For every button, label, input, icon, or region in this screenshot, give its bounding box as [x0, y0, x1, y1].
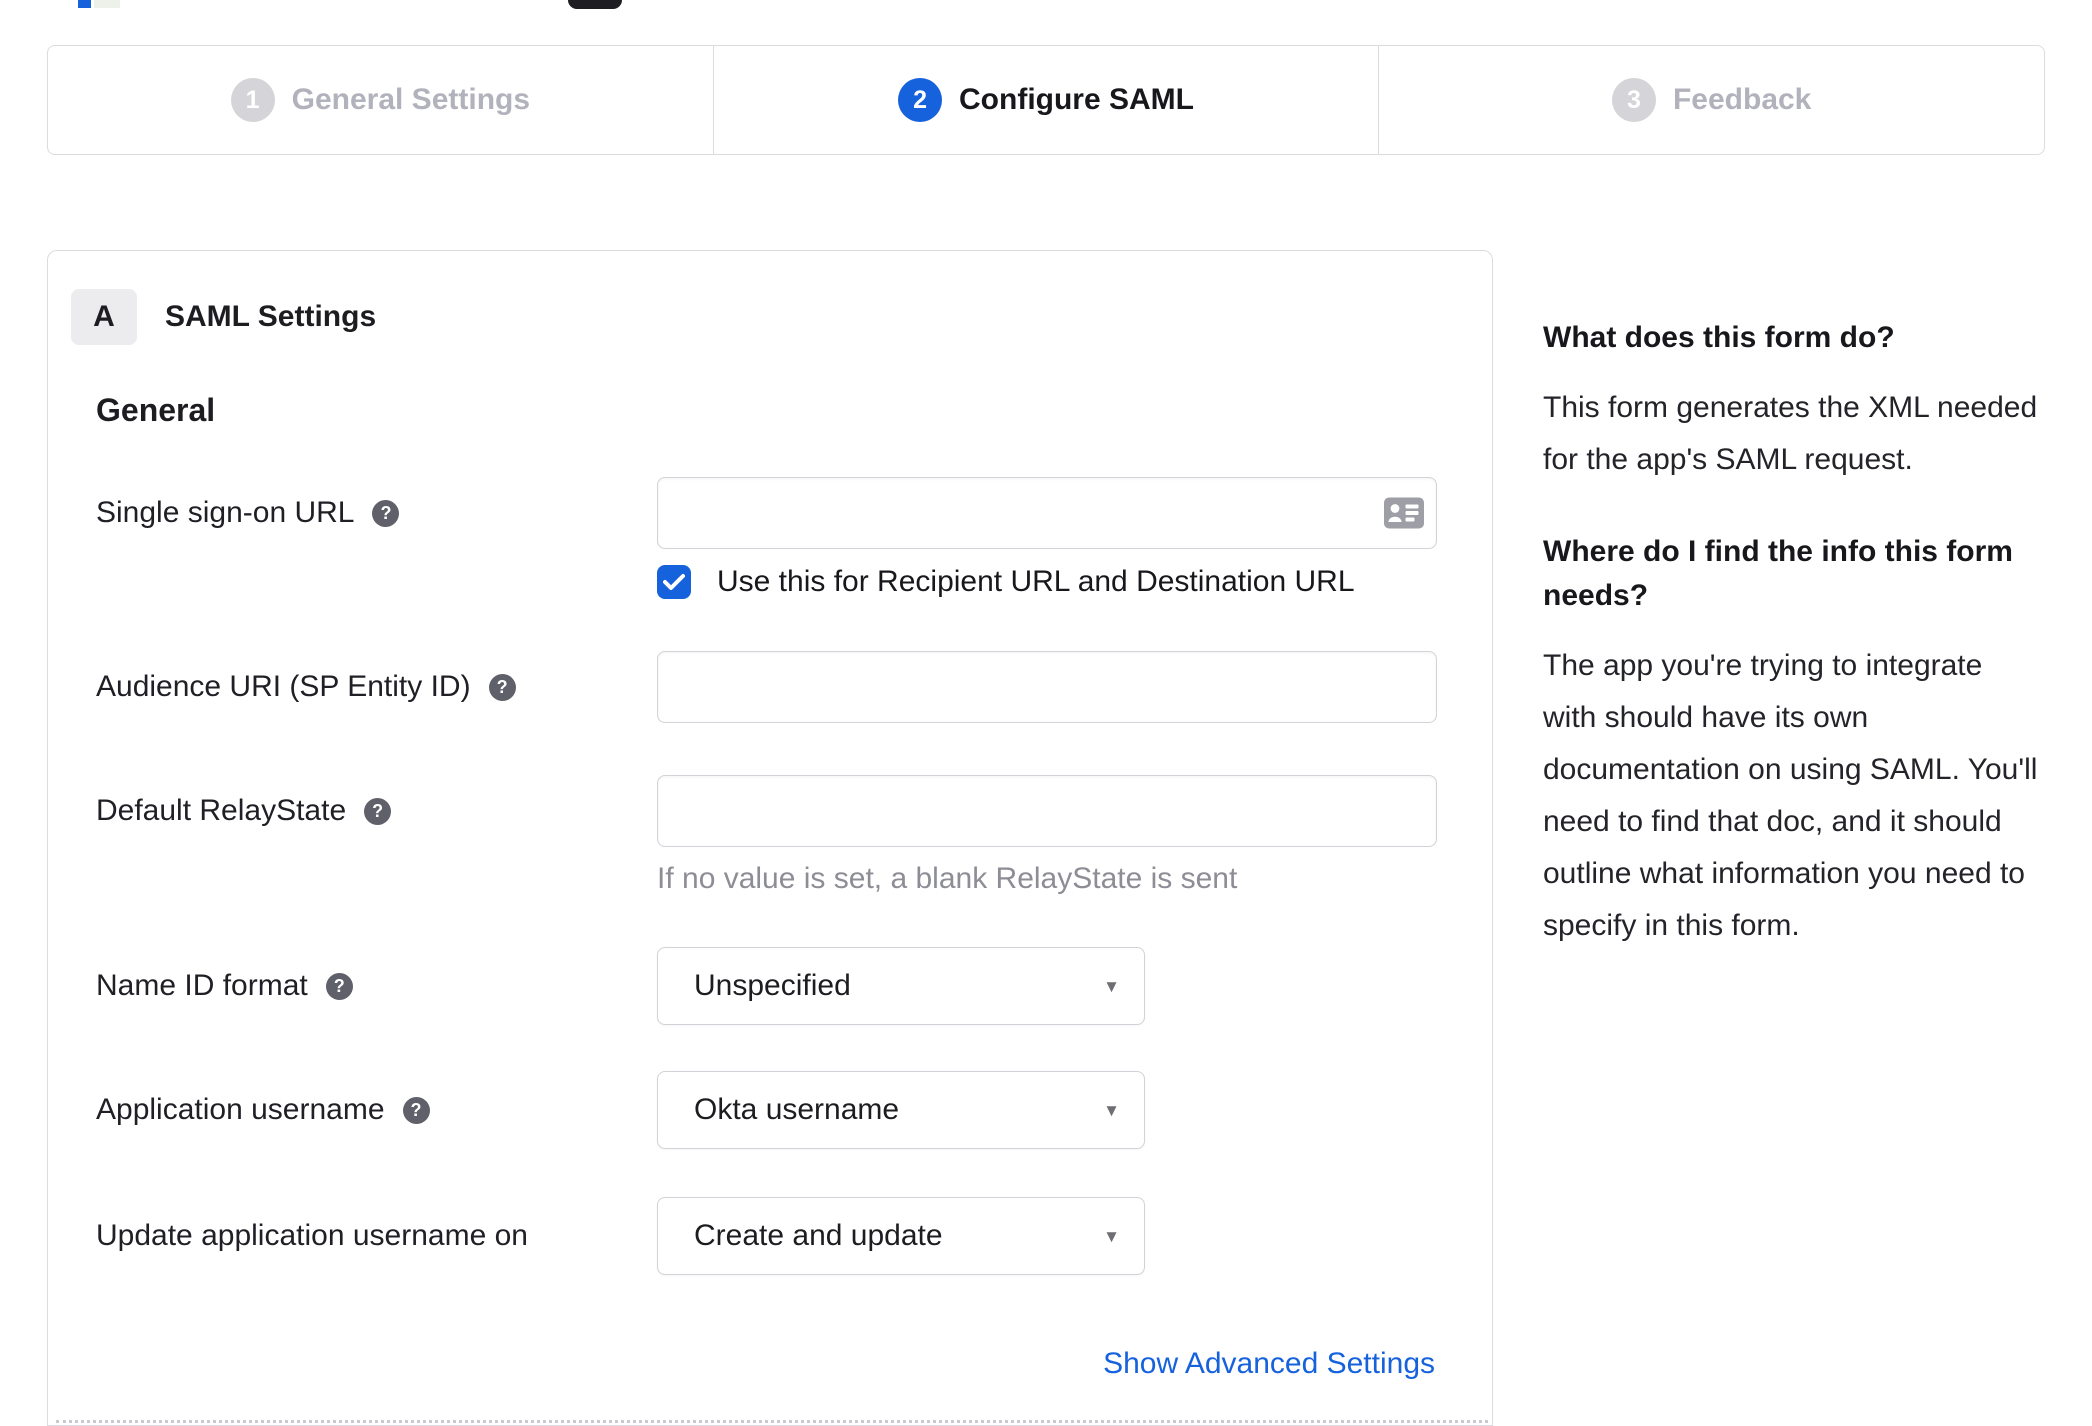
- field-row-relay-state: Default RelayState ?: [96, 775, 1492, 847]
- name-id-format-selected-value: Unspecified: [694, 969, 851, 1002]
- application-username-selected-value: Okta username: [694, 1093, 900, 1126]
- field-row-update-app-username: Update application username on Create an…: [96, 1197, 1492, 1275]
- panel-header: A SAML Settings: [71, 289, 1492, 345]
- relay-state-input[interactable]: [657, 775, 1437, 847]
- cutoff-button-fragment: [568, 0, 622, 9]
- step-general-settings[interactable]: 1 General Settings: [48, 46, 713, 154]
- field-row-application-username: Application username ? Okta username ▼: [96, 1071, 1492, 1149]
- help-question-2: Where do I find the info this form needs…: [1543, 535, 2013, 612]
- application-username-label: Application username: [96, 1093, 385, 1126]
- contact-card-icon[interactable]: [1384, 497, 1424, 529]
- chevron-down-icon: ▼: [1103, 1100, 1120, 1120]
- cutoff-text-fragment: [94, 0, 120, 8]
- help-icon[interactable]: ?: [372, 499, 400, 527]
- section-divider-dashed: [56, 1420, 1488, 1423]
- application-username-select[interactable]: Okta username ▼: [657, 1071, 1145, 1149]
- chevron-down-icon: ▼: [1103, 1226, 1120, 1246]
- update-app-username-selected-value: Create and update: [694, 1219, 943, 1252]
- help-answer-2: The app you're trying to integrate with …: [1543, 649, 2038, 942]
- recipient-url-checkbox-row: Use this for Recipient URL and Destinati…: [657, 563, 1492, 601]
- use-for-recipient-checkbox[interactable]: [657, 565, 691, 599]
- relay-state-label-cell: Default RelayState ?: [96, 792, 657, 830]
- step-configure-saml[interactable]: 2 Configure SAML: [712, 46, 1379, 154]
- help-icon[interactable]: ?: [402, 1096, 430, 1124]
- help-icon[interactable]: ?: [488, 673, 516, 701]
- step-3-label: Feedback: [1672, 83, 1812, 116]
- relay-state-hint: If no value is set, a blank RelayState i…: [657, 862, 1238, 895]
- cutoff-link-fragment: [78, 0, 91, 8]
- update-app-username-label: Update application username on: [96, 1219, 528, 1252]
- step-2-number-badge: 2: [898, 78, 943, 122]
- audience-uri-label-cell: Audience URI (SP Entity ID) ?: [96, 668, 657, 706]
- relay-state-input-wrap: [657, 775, 1437, 847]
- update-app-username-label-cell: Update application username on: [96, 1217, 657, 1255]
- help-question-1: What does this form do?: [1543, 321, 1895, 354]
- audience-uri-input-wrap: [657, 651, 1437, 723]
- page-content: A SAML Settings General Single sign-on U…: [47, 250, 2043, 1426]
- step-feedback[interactable]: 3 Feedback: [1378, 46, 2044, 154]
- name-id-format-select[interactable]: Unspecified ▼: [657, 947, 1145, 1025]
- wizard-stepper: 1 General Settings 2 Configure SAML 3 Fe…: [47, 45, 2045, 155]
- chevron-down-icon: ▼: [1103, 976, 1120, 996]
- step-2-label: Configure SAML: [959, 83, 1194, 116]
- update-app-username-select[interactable]: Create and update ▼: [657, 1197, 1145, 1275]
- sso-url-input[interactable]: [657, 477, 1437, 549]
- name-id-format-label-cell: Name ID format ?: [96, 967, 657, 1005]
- general-section-heading: General: [96, 392, 216, 428]
- sso-url-input-wrap: [657, 477, 1437, 549]
- audience-uri-input[interactable]: [657, 651, 1437, 723]
- help-sidebar: What does this form do? This form genera…: [1543, 250, 2043, 996]
- step-3-number-badge: 3: [1611, 78, 1656, 122]
- help-icon[interactable]: ?: [325, 972, 353, 1000]
- panel-title: SAML Settings: [165, 300, 377, 333]
- show-advanced-settings-link[interactable]: Show Advanced Settings: [1103, 1347, 1435, 1380]
- help-answer-1: This form generates the XML needed for t…: [1543, 391, 2038, 476]
- field-row-name-id-format: Name ID format ? Unspecified ▼: [96, 947, 1492, 1025]
- section-letter-badge: A: [71, 289, 137, 345]
- audience-uri-label: Audience URI (SP Entity ID): [96, 670, 471, 703]
- step-1-number-badge: 1: [230, 78, 275, 122]
- saml-settings-panel: A SAML Settings General Single sign-on U…: [47, 250, 1493, 1426]
- name-id-format-label: Name ID format: [96, 969, 308, 1002]
- relay-state-label: Default RelayState: [96, 794, 347, 827]
- use-for-recipient-checkbox-label: Use this for Recipient URL and Destinati…: [717, 565, 1355, 598]
- help-icon[interactable]: ?: [364, 797, 392, 825]
- checkmark-icon: [663, 574, 685, 590]
- application-username-label-cell: Application username ?: [96, 1091, 657, 1129]
- step-1-label: General Settings: [291, 83, 531, 116]
- sso-url-label-cell: Single sign-on URL ?: [96, 494, 657, 532]
- sso-url-label: Single sign-on URL: [96, 496, 355, 529]
- field-row-audience-uri: Audience URI (SP Entity ID) ?: [96, 651, 1492, 723]
- advanced-settings-row: Show Advanced Settings: [48, 1347, 1435, 1381]
- field-row-sso-url: Single sign-on URL ?: [96, 477, 1492, 549]
